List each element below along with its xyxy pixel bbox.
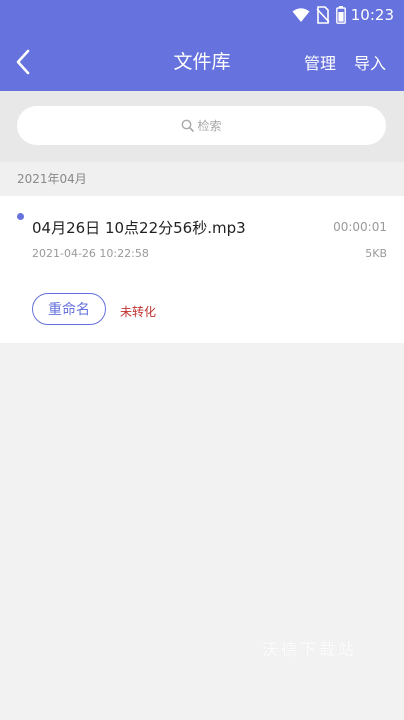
manage-button[interactable]: 管理: [304, 50, 336, 74]
app-bar: 10:23 文件库 管理 导入: [0, 0, 404, 91]
search-placeholder: 检索: [197, 119, 222, 133]
search-inner: 检索: [17, 106, 386, 145]
watermark: 沃德下载站: [262, 640, 358, 659]
page-title: 文件库: [173, 51, 231, 73]
month-header: 2021年04月: [0, 162, 404, 196]
search-icon: [182, 119, 195, 132]
search-input[interactable]: 检索: [17, 106, 386, 145]
month-label: 2021年04月: [17, 172, 87, 186]
unread-dot: [17, 213, 24, 220]
status-time: 10:23: [350, 6, 394, 24]
file-item[interactable]: 04月26日 10点22分56秒.mp3 00:00:01 2021-04-26…: [0, 196, 404, 343]
file-size: 5KB: [365, 247, 387, 260]
file-name: 04月26日 10点22分56秒.mp3: [32, 219, 246, 237]
battery-icon: [336, 6, 346, 24]
status-icons: [292, 5, 346, 25]
import-button[interactable]: 导入: [354, 50, 386, 74]
file-duration: 00:00:01: [333, 220, 387, 234]
file-date: 2021-04-26 10:22:58: [32, 247, 149, 260]
rename-button[interactable]: 重命名: [32, 293, 106, 325]
conversion-status: 未转化: [120, 305, 157, 319]
wifi-icon: [292, 8, 310, 22]
search-area: 检索: [0, 91, 404, 162]
no-sim-icon: [316, 6, 330, 24]
